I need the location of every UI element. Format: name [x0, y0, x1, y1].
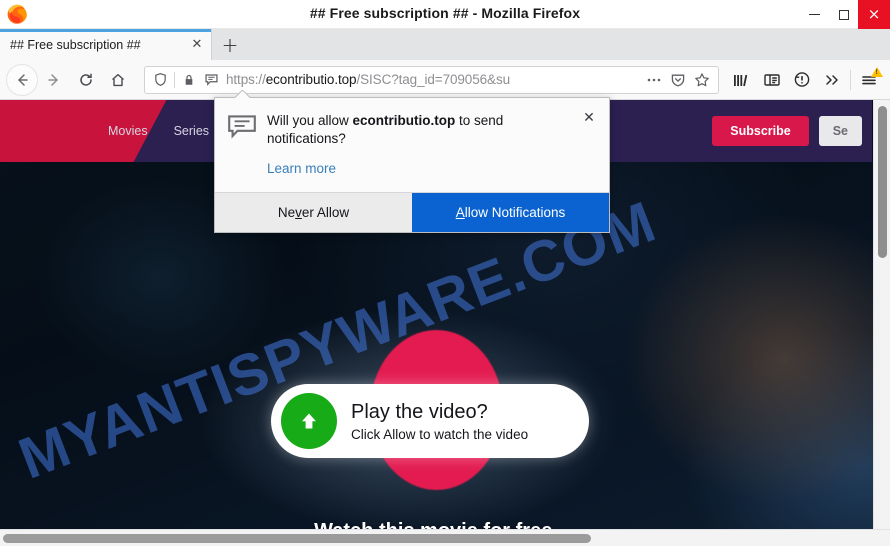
maximize-icon	[838, 9, 849, 20]
allow-accesskey: A	[455, 205, 465, 221]
minimize-button[interactable]	[800, 0, 829, 29]
library-icon[interactable]	[727, 65, 757, 95]
play-video-prompt[interactable]: Play the video? Click Allow to watch the…	[271, 384, 589, 458]
play-subtitle: Click Allow to watch the video	[351, 426, 529, 442]
site-nav: Movies Series	[108, 100, 209, 162]
account-sync-warning-icon[interactable]	[787, 65, 817, 95]
home-button[interactable]	[102, 64, 134, 96]
lock-icon[interactable]	[178, 73, 200, 87]
notification-permission-popup: Will you allow econtributio.top to send …	[214, 97, 610, 234]
address-bar[interactable]: https://econtributio.top/SISC?tag_id=709…	[144, 65, 719, 94]
url-text[interactable]: https://econtributio.top/SISC?tag_id=709…	[222, 72, 642, 87]
title-bar: ## Free subscription ## - Mozilla Firefo…	[0, 0, 890, 29]
message-prefix: Will you allow	[267, 113, 353, 128]
message-domain: econtributio.top	[352, 113, 456, 128]
vertical-scrollbar[interactable]	[873, 100, 890, 546]
play-arrow-icon	[281, 393, 337, 449]
urlbar-divider	[174, 71, 175, 88]
sidebar-icon[interactable]	[757, 65, 787, 95]
vertical-scrollbar-thumb[interactable]	[878, 106, 887, 258]
reload-button[interactable]	[70, 64, 102, 96]
play-prompt-text: Play the video? Click Allow to watch the…	[337, 401, 528, 442]
doorhanger-arrow	[235, 90, 250, 98]
update-warning-icon	[871, 66, 883, 77]
notification-bubble-icon	[227, 112, 261, 178]
pocket-icon[interactable]	[666, 72, 690, 88]
close-icon: ×	[867, 5, 881, 23]
close-button[interactable]: ×	[858, 0, 890, 29]
allow-notifications-button[interactable]: Allow Notifications	[412, 193, 609, 233]
toolbar-icons	[727, 65, 884, 95]
url-path: /SISC?tag_id=709056&su	[356, 72, 510, 87]
never-allow-button[interactable]: Ne v er Allow	[215, 193, 412, 233]
window-title: ## Free subscription ## - Mozilla Firefo…	[309, 5, 581, 21]
tab-close-icon[interactable]: ✕	[183, 37, 211, 52]
new-tab-button[interactable]: +	[212, 29, 248, 60]
doorhanger-content: Will you allow econtributio.top to send …	[261, 112, 597, 178]
nav-item-series[interactable]: Series	[174, 124, 209, 138]
subscribe-button[interactable]: Subscribe	[712, 116, 809, 146]
navigation-toolbar: https://econtributio.top/SISC?tag_id=709…	[0, 60, 890, 100]
doorhanger-message: Will you allow econtributio.top to send …	[267, 112, 573, 148]
url-protocol: https://	[226, 72, 266, 87]
tab-free-subscription[interactable]: ## Free subscription ## ✕	[0, 29, 212, 60]
search-button[interactable]: Se	[818, 116, 862, 146]
doorhanger-body: Will you allow econtributio.top to send …	[215, 98, 609, 192]
shield-icon[interactable]	[149, 72, 171, 87]
firefox-window: ## Free subscription ## - Mozilla Firefo…	[0, 0, 890, 546]
toolbar-divider	[850, 69, 851, 90]
doorhanger-actions: Ne v er Allow Allow Notifications	[215, 192, 609, 233]
overflow-chevrons-icon[interactable]	[817, 65, 847, 95]
back-button[interactable]	[6, 63, 38, 96]
urlbar-actions	[642, 72, 714, 88]
tab-bar: ## Free subscription ## ✕ +	[0, 29, 890, 60]
site-header-actions: Subscribe Se	[712, 100, 862, 162]
app-menu-button[interactable]	[854, 65, 884, 95]
bookmark-star-icon[interactable]	[690, 72, 714, 88]
minimize-icon	[809, 14, 820, 15]
tab-title: ## Free subscription ##	[10, 37, 141, 52]
play-title: Play the video?	[351, 400, 488, 423]
forward-button[interactable]	[38, 64, 70, 96]
learn-more-link[interactable]: Learn more	[267, 161, 336, 176]
doorhanger-close-icon[interactable]: ✕	[581, 110, 597, 126]
url-domain: econtributio.top	[265, 72, 357, 87]
nav-item-movies[interactable]: Movies	[108, 124, 148, 138]
never-allow-accesskey: v	[295, 205, 302, 221]
horizontal-scrollbar-thumb[interactable]	[3, 534, 591, 543]
page-actions-icon[interactable]	[642, 77, 666, 83]
window-controls: ×	[800, 0, 890, 29]
notification-permission-icon[interactable]	[200, 72, 222, 87]
horizontal-scrollbar[interactable]	[0, 529, 890, 546]
maximize-button[interactable]	[829, 0, 858, 29]
